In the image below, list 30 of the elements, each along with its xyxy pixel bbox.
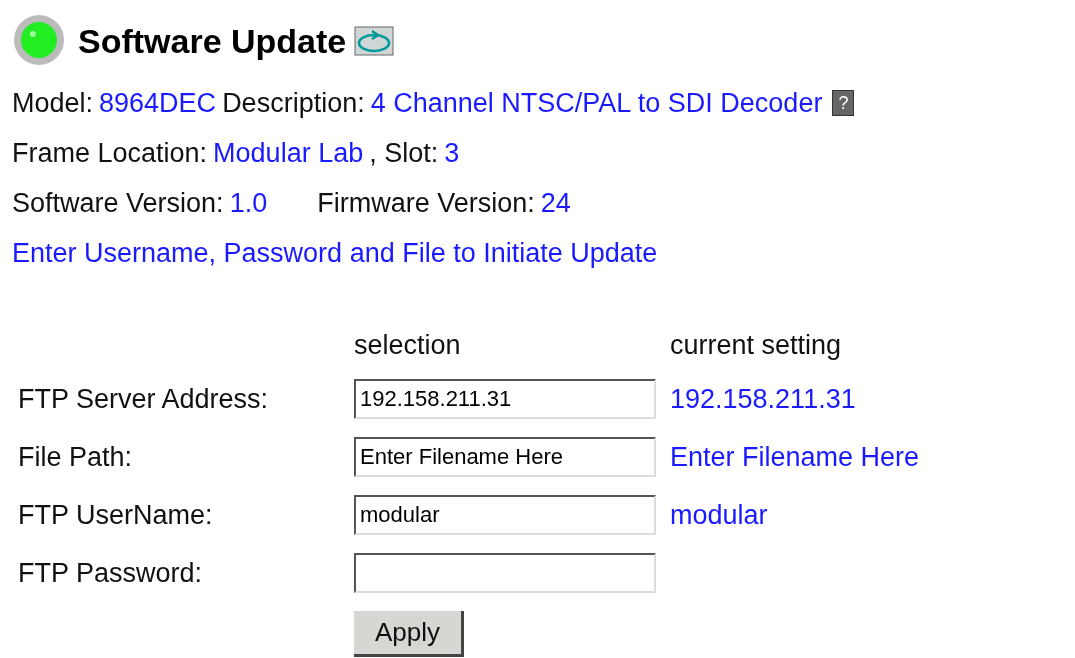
refresh-icon[interactable] (354, 26, 395, 56)
column-header: selection (354, 330, 462, 361)
field-value: 3 (444, 137, 460, 169)
field-label: Software Version: (12, 187, 224, 219)
apply-button[interactable]: Apply (354, 611, 464, 657)
current-value: modular (670, 499, 769, 531)
field-value: 4 Channel NTSC/PAL to SDI Decoder (370, 87, 823, 119)
input-field[interactable]: 192.158.211.31 (354, 379, 656, 419)
input-field[interactable]: modular (354, 495, 656, 535)
instruction-text: Enter Username, Password and File to Initiate Update (12, 236, 659, 270)
field-label: FTP Password: (18, 557, 204, 589)
input-field[interactable] (354, 553, 656, 593)
field-label: Firmware Version: (317, 187, 535, 219)
current-value: 192.158.211.31 (670, 383, 857, 415)
column-header: current setting (670, 330, 843, 361)
field-label: Model: (12, 87, 94, 119)
field-value: 8964DEC (99, 87, 217, 119)
field-value: 1.0 (229, 187, 268, 219)
field-label: Description: (222, 87, 365, 119)
field-label: FTP UserName: (18, 499, 214, 531)
current-value: Enter Filename Here (670, 441, 921, 473)
field-value: 24 (540, 187, 571, 219)
help-button[interactable]: ? (832, 90, 855, 116)
input-field[interactable]: Enter Filename Here (354, 437, 656, 477)
page-title: Software Update (78, 21, 347, 61)
field-value: Modular Lab (213, 137, 364, 169)
field-label: Frame Location: (12, 137, 208, 169)
field-label: FTP Server Address: (18, 383, 270, 415)
field-label: , Slot: (369, 137, 439, 169)
field-label: File Path: (18, 441, 134, 473)
